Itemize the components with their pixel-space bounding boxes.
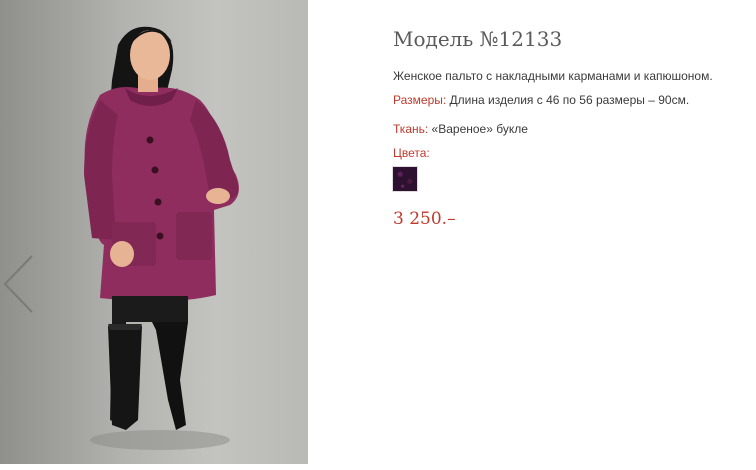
gallery-prev-button[interactable] xyxy=(2,254,36,314)
sizes-label: Размеры: xyxy=(393,93,447,107)
product-photo xyxy=(0,0,308,464)
chevron-left-icon xyxy=(3,255,33,313)
sizes-row: Размеры: Длина изделия с 46 по 56 размер… xyxy=(393,93,689,107)
product-price: 3 250.– xyxy=(393,209,456,229)
sizes-value: Длина изделия с 46 по 56 размеры – 90см. xyxy=(446,93,690,107)
fabric-row: Ткань: «Вареное» букле xyxy=(393,122,528,136)
product-description: Женское пальто с накладными карманами и … xyxy=(393,69,713,83)
fabric-value: «Вареное» букле xyxy=(428,122,528,136)
product-title: Модель №12133 xyxy=(393,27,563,51)
colors-label: Цвета: xyxy=(393,146,430,160)
model-illustration xyxy=(84,26,239,450)
color-swatch[interactable] xyxy=(393,167,417,191)
fabric-label: Ткань: xyxy=(393,122,429,136)
